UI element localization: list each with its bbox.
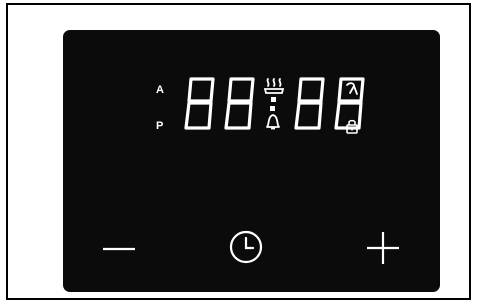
time-display: 8 8: [181, 77, 371, 131]
bell-icon: [266, 114, 280, 130]
colon-separator: [270, 97, 276, 111]
digit-2: 8: [224, 77, 255, 130]
colon-indicator-group: [261, 77, 287, 131]
cleaning-icon: [346, 82, 358, 95]
clock-button[interactable]: [228, 229, 264, 265]
pm-indicator: P: [156, 120, 164, 132]
minus-button[interactable]: [101, 233, 137, 265]
am-indicator: A: [156, 84, 164, 96]
plus-button[interactable]: [365, 230, 401, 266]
digit-1: 8: [184, 77, 215, 130]
lock-icon: [346, 119, 358, 134]
plus-icon: [367, 232, 399, 264]
oven-control-panel: A P 8 8: [63, 30, 440, 292]
steam-icon: [263, 78, 285, 94]
diagram-frame: A P 8 8: [6, 3, 471, 300]
clock-icon: [229, 230, 263, 264]
digit-3: 8: [294, 77, 325, 130]
